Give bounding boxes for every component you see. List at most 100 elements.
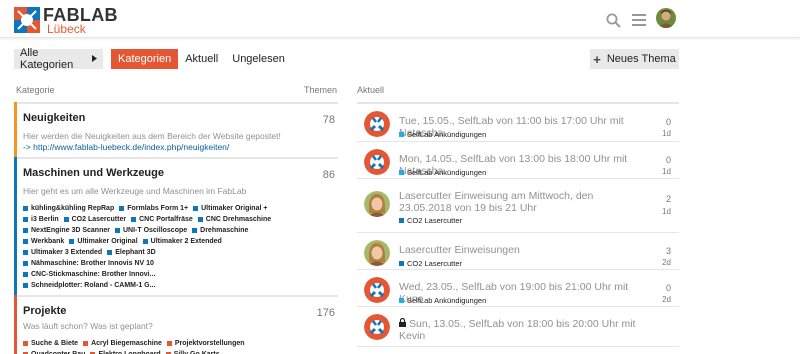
subcategory-color-square [23,261,28,266]
subcategory-list: kühling&kühling RepRap Formlabs Form 1+ Ul… [23,203,288,291]
fablab-avatar[interactable] [364,314,390,340]
subcategory-label: Ultimaker Original [77,238,138,245]
topic-title[interactable]: Lasercutter Einweisung am Mittwoch, den … [399,190,644,214]
topic-reply-count: 0 [665,155,671,165]
category-dropdown[interactable]: Alle Kategorien [14,47,103,71]
fablab-logo[interactable]: FABLAB Lübeck [14,6,118,35]
subcategory-item[interactable]: Nähmaschine: Brother Innovis NV 10 [23,258,154,269]
subcategory-label: Drehmaschine [200,227,249,234]
hamburger-menu-icon[interactable] [628,9,650,31]
subcategory-item[interactable]: Ultimaker Original + [193,203,267,214]
tab-aktuell[interactable]: Aktuell [178,49,225,69]
category-color-square [399,132,404,137]
new-topic-button[interactable]: + Neues Thema [590,49,679,69]
subcategory-item[interactable]: Acryl Biegemaschine [83,338,162,349]
subcategory-item[interactable]: UNI-T Oscilloscope [114,225,187,236]
subcategory-item[interactable]: Schneidplotter: Roland - CAMM-1 G... [23,280,155,291]
category-color-square [399,298,404,303]
subcategory-item[interactable]: Drehmaschine [192,225,248,236]
subcategory-item[interactable]: Ultimaker Original [69,236,138,247]
new-topic-label: Neues Thema [606,53,676,65]
fablab-avatar[interactable] [364,277,390,303]
user-avatar[interactable] [364,191,390,217]
topic-category-badge[interactable]: SelfLab Ankündigungen [399,168,486,177]
topic-row[interactable]: Wed, 23.05., SelfLab von 19:00 bis 21:00… [357,270,679,307]
topic-age[interactable]: 1d [662,167,671,176]
topic-age[interactable]: 2d [662,295,671,304]
topic-category-badge[interactable]: SelfLab Ankündigungen [399,130,486,139]
topic-row[interactable]: Tue, 15.05., SelfLab von 11:00 bis 17:00… [357,104,679,142]
topic-row[interactable]: Lasercutter Einweisungen CO2 Lasercutter 3… [357,233,679,270]
subcategory-item[interactable]: kühling&kühling RepRap [23,203,114,214]
subcategory-item[interactable]: Quadcopter Bau [23,349,85,354]
topic-age[interactable]: 1d [662,207,671,216]
category-maschinen-und-werkzeuge[interactable]: Maschinen und Werkzeuge 86 Hier geht es … [14,157,338,295]
category-title[interactable]: Neuigkeiten [23,104,338,124]
topic-category-badge[interactable]: CO2 Lasercutter [399,259,462,268]
topic-category-badge[interactable]: SelfLab Ankündigungen [399,296,486,305]
subcategory-item[interactable]: Ultimaker 3 Extended [23,247,102,258]
fablab-avatar[interactable] [364,111,390,137]
category-title[interactable]: Maschinen und Werkzeuge [23,159,338,179]
topic-row[interactable]: Sun, 13.05., SelfLab von 18:00 bis 20:00… [357,307,679,347]
user-avatar[interactable] [364,240,390,266]
topic-age[interactable]: 2d [662,258,671,267]
subcategory-label: Formlabs Form 1+ [127,205,189,212]
topic-title[interactable]: Sun, 13.05., SelfLab von 18:00 bis 20:00… [399,317,644,342]
subcategory-item[interactable]: CNC-Stickmaschine: Brother Innovi... [23,269,155,280]
category-color-bar [14,157,17,295]
subcategory-label: Projektvorstellungen [174,340,245,347]
subcategory-item[interactable]: CNC Drehmaschine [197,214,272,225]
subcategory-item[interactable]: NextEngine 3D Scanner [23,225,110,236]
subcategory-color-square [23,250,28,255]
subcategory-item[interactable]: Suche & Biete [23,338,78,349]
search-icon[interactable] [602,9,624,31]
topic-row[interactable]: Mon, 14.05., SelfLab von 13:00 bis 18:00… [357,142,679,179]
topic-age[interactable]: 1d [662,129,671,138]
subcategory-item[interactable]: Silly Go Karts [165,349,220,354]
tab-ungelesen[interactable]: Ungelesen [225,49,292,69]
subcategory-item[interactable]: Elektro Longboard [90,349,161,354]
subcategory-label: Acryl Biegemaschine [91,340,162,347]
tab-kategorien[interactable]: Kategorien [111,49,179,69]
subcategory-color-square [142,239,148,244]
subcategory-label: CNC-Stickmaschine: Brother Innovi... [31,271,156,278]
subcategory-item[interactable]: Formlabs Form 1+ [119,203,188,214]
navigation-bar: Alle Kategorien Kategorien Aktuell Ungel… [14,47,292,71]
category-projekte[interactable]: Projekte 176 Was läuft schon? Was ist ge… [14,295,338,354]
category-column-header: Kategorie [16,85,55,95]
subcategory-label: kühling&kühling RepRap [31,205,115,212]
subcategory-color-square [166,341,172,346]
category-neuigkeiten[interactable]: Neuigkeiten 78 Hier werden die Neuigkeit… [14,102,338,157]
topic-category-badge[interactable]: CO2 Lasercutter [399,216,462,225]
subcategory-item[interactable]: i3 Berlin [23,214,59,225]
subcategory-item[interactable]: Werkbank [23,236,64,247]
subcategory-color-square [23,217,28,222]
fablab-avatar[interactable] [364,149,390,175]
subcategory-color-square [131,217,137,222]
latest-topic-list: Tue, 15.05., SelfLab von 11:00 bis 17:00… [357,102,679,347]
subcategory-label: Werkbank [31,238,65,245]
subcategory-color-square [107,250,113,255]
subcategory-color-square [63,217,69,222]
category-title[interactable]: Projekte [23,297,338,317]
topics-column-header: Themen [304,85,338,95]
subcategory-color-square [23,341,28,346]
topic-row[interactable]: Lasercutter Einweisung am Mittwoch, den … [357,179,679,233]
subcategory-color-square [192,228,198,233]
subcategory-item[interactable]: Elephant 3D [107,247,156,258]
subcategory-item[interactable]: Ultimaker 2 Extended [142,236,222,247]
subcategory-item[interactable]: CO2 Lasercutter [63,214,126,225]
topic-title[interactable]: Lasercutter Einweisungen [399,244,644,256]
subcategory-item[interactable]: Projektvorstellungen [166,338,245,349]
subcategory-item[interactable]: CNC Portalfräse [131,214,193,225]
category-color-square [399,170,404,175]
user-avatar[interactable] [656,8,676,33]
topic-title-text: Lasercutter Einweisung am Mittwoch, den … [399,190,594,214]
subcategory-color-square [114,228,120,233]
category-link[interactable]: -> http://www.fablab-luebeck.de/index.ph… [23,142,338,152]
category-color-bar [14,102,17,157]
subcategory-label: CNC Drehmaschine [205,216,272,223]
subcategory-color-square [197,217,203,222]
caret-right-icon [92,53,97,65]
